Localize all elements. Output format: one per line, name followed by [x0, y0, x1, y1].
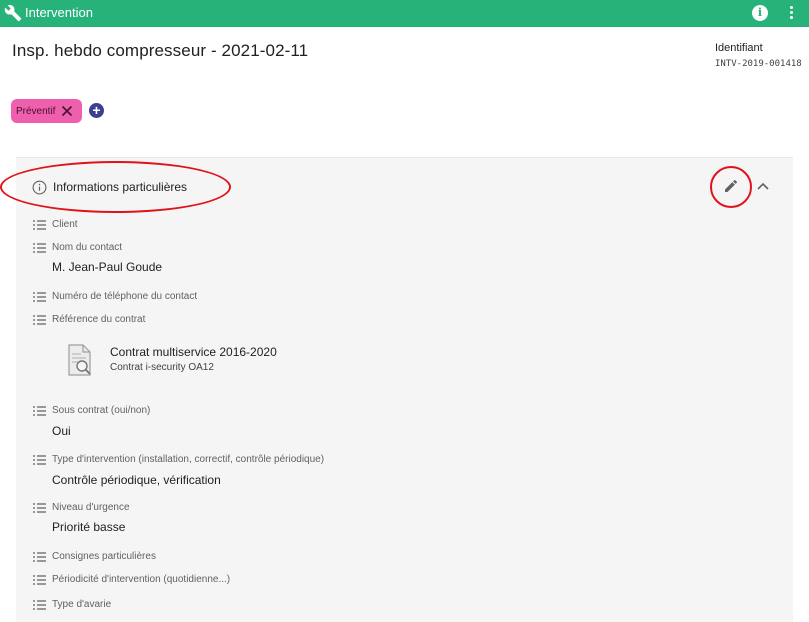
field-value-urgency: Priorité basse — [52, 520, 126, 534]
field-value-under-contract: Oui — [52, 424, 71, 438]
list-icon — [33, 243, 46, 253]
annotation-circle — [710, 166, 752, 208]
field-label-instructions: Consignes particulières — [52, 551, 156, 562]
contract-title[interactable]: Contrat multiservice 2016-2020 — [110, 345, 277, 359]
list-icon — [33, 315, 46, 325]
tag-chip-preventif[interactable]: Préventif — [11, 99, 82, 123]
identifier-value: INTV-2019-001418 — [715, 59, 802, 69]
contract-document-icon — [68, 344, 91, 376]
app-title: Intervention — [25, 5, 93, 20]
tag-label: Préventif — [16, 105, 56, 117]
annotation-ellipse — [0, 161, 231, 213]
field-label-damage-type: Type d'avarie — [52, 599, 112, 610]
field-label-contact-name: Nom du contact — [52, 242, 123, 253]
field-label-urgency: Niveau d'urgence — [52, 502, 130, 513]
page-title: Insp. hebdo compresseur - 2021-02-11 — [12, 41, 309, 60]
field-label-intervention-type: Type d'intervention (installation, corre… — [52, 454, 325, 465]
contract-subtitle: Contrat i-security OA12 — [110, 362, 214, 373]
field-value-intervention-type: Contrôle périodique, vérification — [52, 473, 221, 487]
wrench-icon — [4, 4, 22, 22]
list-icon — [33, 455, 46, 465]
field-label-client: Client — [52, 219, 78, 230]
list-icon — [33, 220, 46, 230]
field-label-periodicity: Périodicité d'intervention (quotidienne.… — [52, 574, 231, 585]
field-value-contact-name: M. Jean-Paul Goude — [52, 260, 163, 274]
identifier-label: Identifiant — [715, 42, 763, 54]
field-label-phone: Numéro de téléphone du contact — [52, 291, 198, 302]
more-vert-icon[interactable] — [786, 4, 796, 23]
close-icon[interactable] — [61, 105, 73, 117]
info-icon[interactable]: i — [752, 5, 768, 21]
list-icon — [33, 600, 46, 610]
top-app-bar: Intervention i — [0, 0, 809, 27]
list-icon — [33, 503, 46, 513]
field-label-contract-ref: Référence du contrat — [52, 314, 146, 325]
field-label-under-contract: Sous contrat (oui/non) — [52, 405, 151, 416]
list-icon — [33, 406, 46, 416]
list-icon — [33, 552, 46, 562]
list-icon — [33, 575, 46, 585]
chevron-up-icon[interactable] — [757, 182, 769, 190]
list-icon — [33, 292, 46, 302]
add-tag-button[interactable]: + — [89, 103, 104, 118]
